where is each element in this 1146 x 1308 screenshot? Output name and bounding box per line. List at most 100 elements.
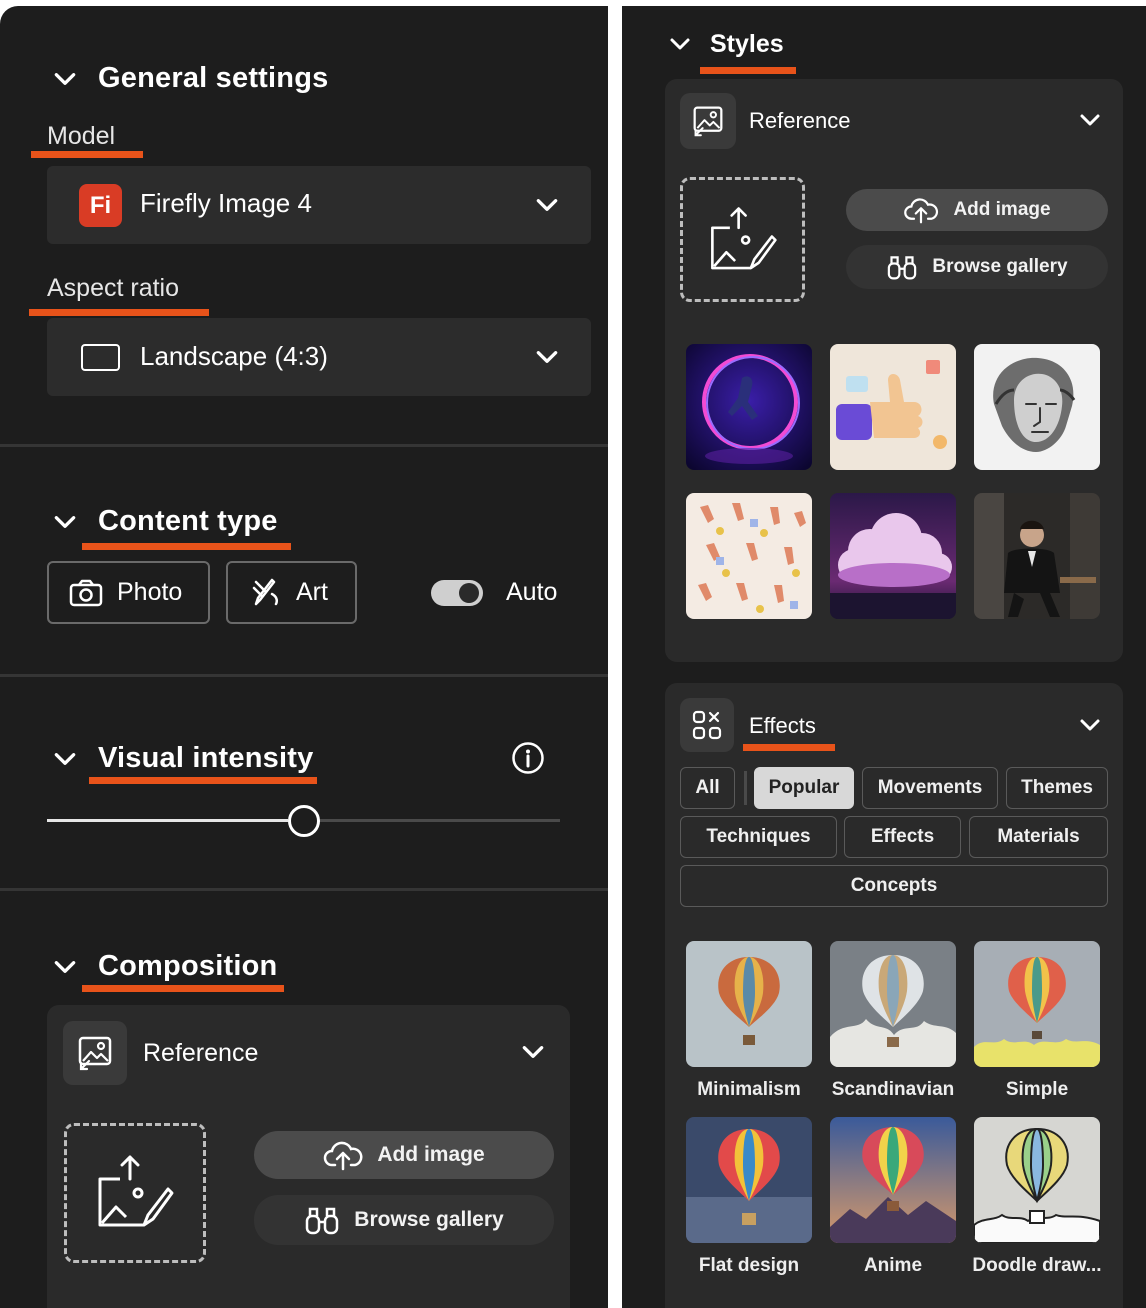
model-dropdown[interactable]: Fi Firefly Image 4 bbox=[47, 166, 591, 244]
effects-card: Effects All Popular Movements Themes Tec… bbox=[665, 683, 1123, 1308]
browse-gallery-label: Browse gallery bbox=[354, 1208, 504, 1231]
auto-toggle[interactable] bbox=[431, 580, 483, 606]
style-label-simple: Simple bbox=[1005, 1079, 1069, 1100]
chevron-down-icon[interactable] bbox=[668, 32, 692, 56]
add-image-label: Add image bbox=[953, 199, 1051, 220]
cloud-upload-icon bbox=[903, 196, 939, 224]
image-upload-dropzone[interactable] bbox=[680, 177, 805, 302]
photo-button[interactable]: Photo bbox=[47, 561, 210, 624]
add-image-button[interactable]: Add image bbox=[254, 1131, 554, 1179]
slider-handle[interactable] bbox=[288, 805, 320, 837]
filter-chip-movements[interactable]: Movements bbox=[862, 767, 998, 809]
heading-underline bbox=[89, 777, 317, 784]
chip-separator bbox=[744, 771, 747, 805]
styles-heading: Styles bbox=[710, 30, 784, 58]
section-divider bbox=[0, 674, 608, 677]
reference-label: Reference bbox=[143, 1039, 259, 1067]
filter-chip-effects[interactable]: Effects bbox=[844, 816, 961, 858]
style-thumbnail-minimalism[interactable] bbox=[686, 941, 812, 1067]
chevron-down-icon bbox=[534, 344, 560, 370]
filter-chip-concepts[interactable]: Concepts bbox=[680, 865, 1108, 907]
composition-heading: Composition bbox=[98, 950, 278, 982]
chevron-down-icon[interactable] bbox=[1078, 713, 1102, 737]
visual-intensity-slider[interactable] bbox=[47, 805, 560, 837]
info-icon[interactable] bbox=[511, 741, 545, 775]
heading-underline bbox=[82, 985, 284, 992]
auto-label: Auto bbox=[506, 578, 558, 606]
browse-gallery-button[interactable]: Browse gallery bbox=[846, 245, 1108, 289]
reference-thumbnail-thumbs-up[interactable] bbox=[830, 344, 956, 470]
reference-thumbnail-neon-ring[interactable] bbox=[686, 344, 812, 470]
label-underline bbox=[29, 309, 209, 316]
aspect-ratio-dropdown[interactable]: Landscape (4:3) bbox=[47, 318, 591, 396]
firefly-logo: Fi bbox=[79, 184, 122, 227]
reference-image-icon bbox=[63, 1021, 127, 1085]
style-thumbnail-flat-design[interactable] bbox=[686, 1117, 812, 1243]
art-label: Art bbox=[296, 578, 328, 606]
art-button[interactable]: Art bbox=[226, 561, 357, 624]
landscape-ratio-icon bbox=[81, 344, 120, 371]
chevron-down-icon[interactable] bbox=[52, 746, 78, 772]
chevron-down-icon[interactable] bbox=[52, 954, 78, 980]
image-upload-dropzone[interactable] bbox=[64, 1123, 206, 1263]
photo-label: Photo bbox=[117, 578, 183, 606]
heading-underline bbox=[743, 744, 835, 751]
style-label-flat-design: Flat design bbox=[698, 1255, 800, 1276]
style-label-minimalism: Minimalism bbox=[697, 1079, 801, 1100]
general-settings-heading: General settings bbox=[98, 62, 329, 94]
reference-thumbnail-purple-clouds[interactable] bbox=[830, 493, 956, 619]
add-image-label: Add image bbox=[377, 1143, 485, 1166]
cloud-upload-icon bbox=[323, 1139, 363, 1171]
label-underline bbox=[31, 151, 143, 158]
reference-thumbnail-man-portrait[interactable] bbox=[974, 493, 1100, 619]
style-label-scandinavian: Scandinavian bbox=[831, 1079, 955, 1100]
heading-underline bbox=[82, 543, 291, 550]
add-image-button[interactable]: Add image bbox=[846, 189, 1108, 231]
brush-icon bbox=[248, 576, 282, 610]
filter-chip-themes[interactable]: Themes bbox=[1006, 767, 1108, 809]
aspect-ratio-label: Aspect ratio bbox=[47, 274, 180, 302]
visual-intensity-heading: Visual intensity bbox=[98, 742, 314, 774]
binoculars-icon bbox=[304, 1204, 340, 1236]
filter-chip-popular[interactable]: Popular bbox=[754, 767, 854, 809]
chevron-down-icon[interactable] bbox=[1078, 108, 1102, 132]
reference-thumbnail-engraving-portrait[interactable] bbox=[974, 344, 1100, 470]
heading-underline bbox=[700, 67, 796, 74]
content-type-heading: Content type bbox=[98, 505, 278, 537]
toggle-knob bbox=[459, 583, 479, 603]
style-label-doodle-drawing: Doodle draw... bbox=[972, 1255, 1102, 1276]
style-thumbnail-doodle-drawing[interactable] bbox=[974, 1117, 1100, 1243]
browse-gallery-label: Browse gallery bbox=[932, 256, 1068, 277]
binoculars-icon bbox=[886, 253, 918, 281]
upload-image-icon bbox=[92, 1153, 178, 1233]
filter-chip-techniques[interactable]: Techniques bbox=[680, 816, 837, 858]
styles-reference-card: Reference Add image Browse gallery bbox=[665, 79, 1123, 662]
chevron-down-icon[interactable] bbox=[52, 509, 78, 535]
reference-label: Reference bbox=[749, 108, 851, 133]
effects-grid-icon bbox=[680, 698, 734, 752]
section-divider bbox=[0, 888, 608, 891]
model-value: Firefly Image 4 bbox=[140, 188, 312, 218]
section-divider bbox=[0, 444, 608, 447]
reference-image-icon bbox=[680, 93, 736, 149]
filter-chip-all[interactable]: All bbox=[680, 767, 735, 809]
upload-image-icon bbox=[705, 205, 781, 275]
style-thumbnail-simple[interactable] bbox=[974, 941, 1100, 1067]
styles-panel: Styles Reference Add image Browse galler… bbox=[622, 6, 1146, 1308]
reference-thumbnail-hands-pattern[interactable] bbox=[686, 493, 812, 619]
chevron-down-icon[interactable] bbox=[520, 1039, 546, 1065]
slider-fill bbox=[47, 819, 288, 822]
aspect-ratio-value: Landscape (4:3) bbox=[140, 341, 328, 371]
filter-chip-materials[interactable]: Materials bbox=[969, 816, 1108, 858]
style-label-anime: Anime bbox=[863, 1255, 923, 1276]
camera-icon bbox=[69, 579, 103, 607]
style-thumbnail-scandinavian[interactable] bbox=[830, 941, 956, 1067]
model-label: Model bbox=[47, 122, 116, 150]
chevron-down-icon bbox=[534, 192, 560, 218]
effects-heading: Effects bbox=[749, 713, 816, 738]
composition-reference-card: Reference Add image Browse gallery bbox=[47, 1005, 570, 1308]
browse-gallery-button[interactable]: Browse gallery bbox=[254, 1195, 554, 1245]
chevron-down-icon[interactable] bbox=[52, 66, 78, 92]
settings-panel: General settings Model Fi Firefly Image … bbox=[0, 6, 608, 1308]
style-thumbnail-anime[interactable] bbox=[830, 1117, 956, 1243]
